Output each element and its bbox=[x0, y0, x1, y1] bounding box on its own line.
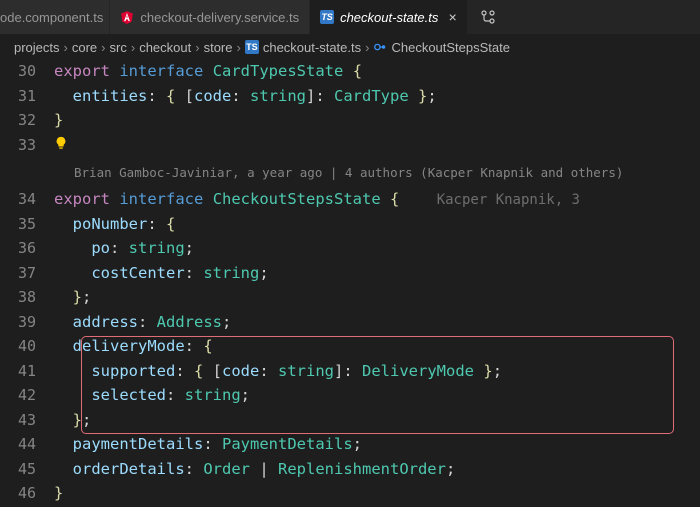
code-line: po: string; bbox=[54, 236, 194, 260]
code-line: entities: { [code: string]: CardType }; bbox=[54, 84, 437, 108]
line-number: 32 bbox=[0, 108, 54, 132]
code-line: costCenter: string; bbox=[54, 261, 269, 285]
breadcrumb[interactable]: projects › core › src › checkout › store › TS… bbox=[0, 35, 700, 59]
tab-delivery-service[interactable]: checkout-delivery.service.ts bbox=[110, 0, 310, 34]
chevron-right-icon: › bbox=[195, 40, 199, 55]
code-line: supported: { [code: string]: DeliveryMod… bbox=[54, 359, 502, 383]
breadcrumb-file[interactable]: TS checkout-state.ts bbox=[245, 40, 361, 55]
code-line: address: Address; bbox=[54, 310, 231, 334]
line-number: 30 bbox=[0, 59, 54, 83]
lightbulb-icon[interactable] bbox=[54, 133, 68, 157]
code-line: }; bbox=[54, 408, 91, 432]
line-number: 46 bbox=[0, 481, 54, 505]
line-number: 37 bbox=[0, 261, 54, 285]
chevron-right-icon: › bbox=[237, 40, 241, 55]
tab-label: checkout-delivery.service.ts bbox=[140, 10, 299, 25]
line-number: 31 bbox=[0, 84, 54, 108]
code-line: deliveryMode: { bbox=[54, 334, 213, 358]
line-number: 39 bbox=[0, 310, 54, 334]
line-number: 42 bbox=[0, 383, 54, 407]
git-blame-inline: Kacper Knapnik, 3 bbox=[437, 192, 580, 208]
tab-label: ode.component.ts bbox=[0, 10, 103, 25]
line-number: 35 bbox=[0, 212, 54, 236]
code-line: selected: string; bbox=[54, 383, 250, 407]
breadcrumb-label: CheckoutStepsState bbox=[391, 40, 510, 55]
breadcrumb-segment[interactable]: core bbox=[72, 40, 97, 55]
ts-file-icon: TS bbox=[245, 40, 259, 54]
line-number: 33 bbox=[0, 133, 54, 157]
chevron-right-icon: › bbox=[365, 40, 369, 55]
line-number: 45 bbox=[0, 457, 54, 481]
code-line: }; bbox=[54, 285, 91, 309]
code-line: export interface CheckoutStepsState { Ka… bbox=[54, 187, 580, 212]
interface-icon bbox=[373, 40, 387, 54]
code-editor[interactable]: 30export interface CardTypesState { 31 e… bbox=[0, 59, 700, 506]
line-number: 40 bbox=[0, 334, 54, 358]
code-line: export interface CardTypesState { bbox=[54, 59, 362, 83]
breadcrumb-segment[interactable]: checkout bbox=[139, 40, 191, 55]
code-line: } bbox=[54, 108, 63, 132]
breadcrumb-segment[interactable]: store bbox=[204, 40, 233, 55]
ts-file-icon: TS bbox=[320, 10, 334, 24]
breadcrumb-symbol[interactable]: CheckoutStepsState bbox=[373, 40, 510, 55]
close-icon[interactable]: × bbox=[448, 9, 456, 25]
tab-component-partial[interactable]: ode.component.ts bbox=[0, 0, 110, 34]
tab-label: checkout-state.ts bbox=[340, 10, 438, 25]
breadcrumb-segment[interactable]: projects bbox=[14, 40, 60, 55]
angular-icon bbox=[120, 10, 134, 24]
line-number: 38 bbox=[0, 285, 54, 309]
line-number: 44 bbox=[0, 432, 54, 456]
tab-checkout-state-active[interactable]: TS checkout-state.ts × bbox=[310, 0, 467, 34]
tab-bar: ode.component.ts checkout-delivery.servi… bbox=[0, 0, 700, 35]
line-number: 41 bbox=[0, 359, 54, 383]
line-number: 43 bbox=[0, 408, 54, 432]
chevron-right-icon: › bbox=[101, 40, 105, 55]
breadcrumb-label: checkout-state.ts bbox=[263, 40, 361, 55]
codelens-authors[interactable]: Brian Gamboc-Javiniar, a year ago | 4 au… bbox=[0, 161, 700, 185]
code-line: } bbox=[54, 481, 63, 505]
code-line: poNumber: { bbox=[54, 212, 175, 236]
line-number: 36 bbox=[0, 236, 54, 260]
chevron-right-icon: › bbox=[131, 40, 135, 55]
code-line: orderDetails: Order | ReplenishmentOrder… bbox=[54, 457, 455, 481]
line-number: 34 bbox=[0, 187, 54, 211]
breadcrumb-segment[interactable]: src bbox=[110, 40, 127, 55]
chevron-right-icon: › bbox=[64, 40, 68, 55]
code-line: paymentDetails: PaymentDetails; bbox=[54, 432, 362, 456]
source-control-compare-icon[interactable] bbox=[468, 0, 508, 34]
